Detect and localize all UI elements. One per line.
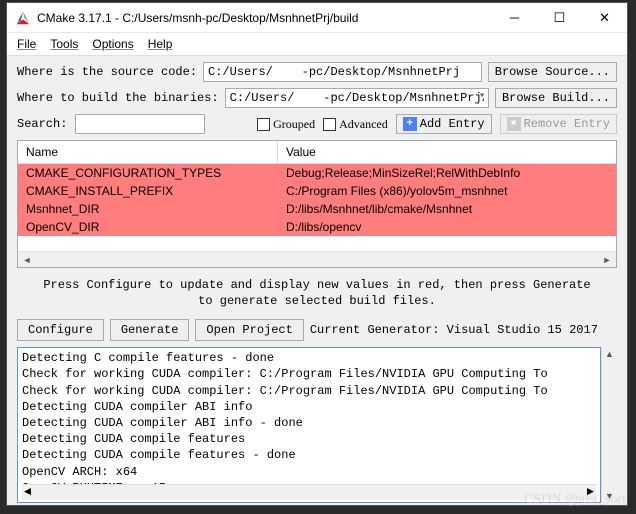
cell-name: Msnhnet_DIR: [18, 200, 278, 218]
add-entry-button[interactable]: + Add Entry: [396, 114, 492, 134]
cell-name: OpenCV_DIR: [18, 218, 278, 236]
button-row: Configure Generate Open Project Current …: [17, 319, 617, 341]
scroll-up-icon: ▲: [605, 349, 614, 359]
cmake-window: CMake 3.17.1 - C:/Users/msnh-pc/Desktop/…: [6, 2, 628, 506]
cell-value: Debug;Release;MinSizeRel;RelWithDebInfo: [278, 164, 528, 182]
scroll-left-icon: ◄: [24, 484, 31, 500]
window-title: CMake 3.17.1 - C:/Users/msnh-pc/Desktop/…: [37, 11, 492, 25]
menu-tools[interactable]: Tools: [50, 37, 78, 51]
log-vscrollbar[interactable]: ▲ ▼: [601, 347, 617, 503]
browse-source-button[interactable]: Browse Source...: [488, 62, 617, 82]
build-row: Where to build the binaries: Browse Buil…: [17, 88, 617, 108]
build-label: Where to build the binaries:: [17, 91, 219, 105]
minimize-button[interactable]: ─: [492, 3, 537, 32]
browse-build-button[interactable]: Browse Build...: [495, 88, 617, 108]
table-row[interactable]: CMAKE_CONFIGURATION_TYPESDebug;Release;M…: [18, 164, 616, 182]
cell-value: C:/Program Files (x86)/yolov5m_msnhnet: [278, 182, 515, 200]
cell-name: CMAKE_CONFIGURATION_TYPES: [18, 164, 278, 182]
plus-icon: +: [403, 117, 417, 131]
table-row[interactable]: Msnhnet_DIRD:/libs/Msnhnet/lib/cmake/Msn…: [18, 200, 616, 218]
remove-entry-button: ✖ Remove Entry: [500, 114, 617, 134]
table-header: Name Value: [18, 141, 616, 164]
table-hscrollbar[interactable]: ◄ ►: [18, 251, 616, 267]
generate-button[interactable]: Generate: [110, 319, 190, 341]
build-input[interactable]: [225, 88, 489, 108]
search-row: Search: Grouped Advanced + Add Entry ✖ R…: [17, 114, 617, 134]
table-body: CMAKE_CONFIGURATION_TYPESDebug;Release;M…: [18, 164, 616, 251]
cell-name: CMAKE_INSTALL_PREFIX: [18, 182, 278, 200]
cache-table: Name Value CMAKE_CONFIGURATION_TYPESDebu…: [17, 140, 617, 268]
menu-file[interactable]: File: [17, 37, 36, 51]
build-combo[interactable]: [225, 88, 489, 108]
close-button[interactable]: ✕: [582, 3, 627, 32]
col-value[interactable]: Value: [278, 141, 324, 163]
scroll-right-icon: ►: [587, 484, 594, 500]
cell-value: D:/libs/opencv: [278, 218, 369, 236]
col-name[interactable]: Name: [18, 141, 278, 163]
menu-help[interactable]: Help: [148, 37, 173, 51]
log-hscrollbar[interactable]: ◄ ►: [22, 484, 596, 500]
search-input[interactable]: [75, 114, 205, 134]
maximize-button[interactable]: ☐: [537, 3, 582, 32]
search-label: Search:: [17, 117, 67, 131]
open-project-button[interactable]: Open Project: [195, 319, 303, 341]
scroll-down-icon: ▼: [605, 491, 614, 501]
advanced-checkbox[interactable]: Advanced: [323, 117, 388, 132]
checkbox-icon: [257, 118, 270, 131]
cmake-logo-icon: [15, 10, 31, 26]
log-output[interactable]: Detecting C compile features - done Chec…: [17, 347, 601, 503]
hint-text: Press Configure to update and display ne…: [17, 274, 617, 313]
source-row: Where is the source code: Browse Source.…: [17, 62, 617, 82]
configure-button[interactable]: Configure: [17, 319, 104, 341]
cell-value: D:/libs/Msnhnet/lib/cmake/Msnhnet: [278, 200, 480, 218]
log-area: Detecting C compile features - done Chec…: [17, 347, 617, 503]
menu-options[interactable]: Options: [92, 37, 133, 51]
menubar: File Tools Options Help: [7, 33, 627, 56]
source-label: Where is the source code:: [17, 65, 197, 79]
window-controls: ─ ☐ ✕: [492, 3, 627, 32]
checkbox-icon: [323, 118, 336, 131]
x-icon: ✖: [507, 117, 521, 131]
scroll-left-icon: ◄: [20, 254, 34, 266]
current-generator-label: Current Generator: Visual Studio 15 2017: [310, 323, 598, 337]
table-row[interactable]: OpenCV_DIRD:/libs/opencv: [18, 218, 616, 236]
scroll-right-icon: ►: [600, 254, 614, 266]
content: Where is the source code: Browse Source.…: [7, 56, 627, 505]
table-row[interactable]: CMAKE_INSTALL_PREFIXC:/Program Files (x8…: [18, 182, 616, 200]
titlebar: CMake 3.17.1 - C:/Users/msnh-pc/Desktop/…: [7, 3, 627, 33]
source-input[interactable]: [203, 62, 482, 82]
grouped-checkbox[interactable]: Grouped: [257, 117, 315, 132]
